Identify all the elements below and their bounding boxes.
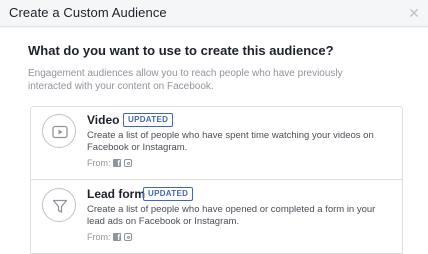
facebook-icon: f [113,233,121,242]
engagement-description: Engagement audiences allow you to reach … [28,68,343,92]
video-play-icon [42,114,76,148]
dialog-body: What do you want to use to create this a… [0,28,428,254]
from-label: From: [87,232,111,242]
option-title: Video [87,113,120,127]
question-heading: What do you want to use to create this a… [28,43,334,58]
instagram-icon [124,233,132,241]
option-description: Create a list of people who have opened … [87,204,376,227]
audience-options-list: Video UPDATED Create a list of people wh… [30,106,403,254]
facebook-icon: f [113,159,121,168]
option-lead-form[interactable]: Lead form UPDATED Create a list of peopl… [31,181,402,254]
instagram-icon [124,159,132,167]
option-title: Lead form [87,187,146,201]
funnel-icon [42,188,76,222]
option-video[interactable]: Video UPDATED Create a list of people wh… [31,107,402,180]
dialog-header: Create a Custom Audience ✕ [0,0,428,27]
from-label: From: [87,158,111,168]
close-icon[interactable]: ✕ [408,6,420,20]
dialog-title: Create a Custom Audience [9,5,167,20]
updated-badge: UPDATED [143,187,194,201]
updated-badge: UPDATED [123,113,174,127]
option-description: Create a list of people who have spent t… [87,130,374,153]
